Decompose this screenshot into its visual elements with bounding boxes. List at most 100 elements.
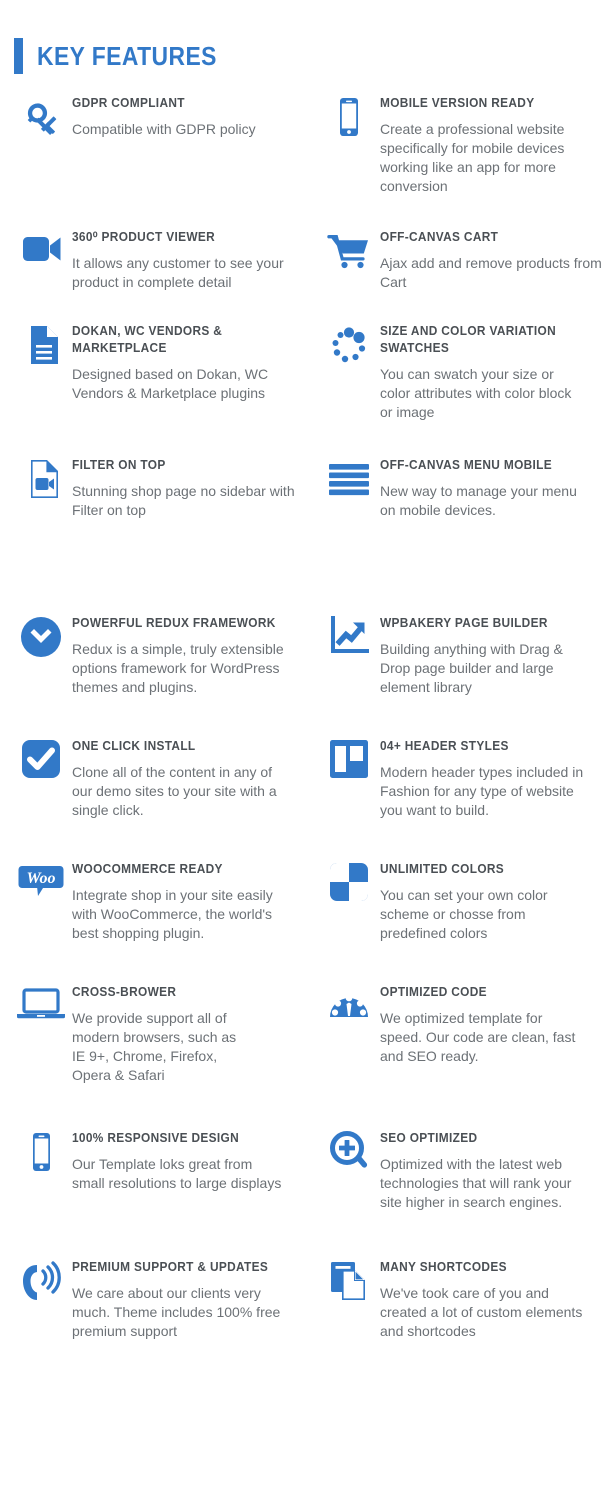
spinner-dots-icon <box>320 320 378 376</box>
feature-title: 100% RESPONSIVE DESIGN <box>72 1131 240 1145</box>
copy-documents-icon <box>320 1256 378 1312</box>
feature-item-cross-brower[interactable]: CROSS-BROWER We provide support all of m… <box>0 981 308 1085</box>
feature-item-unlimited-colors[interactable]: UNLIMITED COLORS You can set your own co… <box>308 858 616 943</box>
feature-text: FILTER ON TOP Stunning shop page no side… <box>70 454 300 520</box>
feature-row: GDPR COMPLIANT Compatible with GDPR poli… <box>0 92 616 196</box>
feature-description: It allows any customer to see your produ… <box>72 255 284 290</box>
layout-columns-icon <box>320 735 378 791</box>
heading-accent-bar <box>14 38 23 74</box>
feature-title: OPTIMIZED CODE <box>380 985 487 999</box>
feature-title: WOOCOMMERCE READY <box>72 862 223 876</box>
feature-row: CROSS-BROWER We provide support all of m… <box>0 981 616 1085</box>
feature-description: Redux is a simple, truly extensible opti… <box>72 641 284 695</box>
feature-title: FILTER ON TOP <box>72 458 166 472</box>
chevron-down-circle-icon <box>12 612 70 668</box>
feature-text: OFF-CANVAS MENU MOBILE New way to manage… <box>378 454 580 520</box>
row-spacer <box>0 820 616 858</box>
row-spacer <box>0 196 616 226</box>
feature-title: OFF-CANVAS MENU MOBILE <box>380 458 553 472</box>
feature-text: OFF-CANVAS CART Ajax add and remove prod… <box>378 226 604 292</box>
feature-item-header-styles[interactable]: 04+ HEADER STYLES Modern header types in… <box>308 735 616 820</box>
feature-title: UNLIMITED COLORS <box>380 862 505 876</box>
feature-title: SEO OPTIMIZED <box>380 1131 478 1145</box>
feature-text: DOKAN, WC VENDORS & MARKETPLACE Designed… <box>70 320 272 403</box>
feature-item-mobile-version-ready[interactable]: MOBILE VERSION READY Create a profession… <box>308 92 616 196</box>
shopping-cart-icon <box>320 226 378 282</box>
feature-text: UNLIMITED COLORS You can set your own co… <box>378 858 580 943</box>
laptop-icon <box>12 981 70 1037</box>
feature-text: GDPR COMPLIANT Compatible with GDPR poli… <box>70 92 256 139</box>
feature-description: Building anything with Drag & Drop page … <box>380 641 563 695</box>
feature-item-off-canvas-menu-mobile[interactable]: OFF-CANVAS MENU MOBILE New way to manage… <box>308 454 616 520</box>
feature-text: SEO OPTIMIZED Optimized with the latest … <box>378 1127 592 1212</box>
key-icon <box>12 92 70 148</box>
feature-description: You can set your own color scheme or cho… <box>380 887 548 941</box>
smartphone-icon <box>12 1127 70 1183</box>
checkerboard-colors-icon <box>320 858 378 914</box>
feature-item-responsive-design[interactable]: 100% RESPONSIVE DESIGN Our Template loks… <box>0 1127 308 1212</box>
feature-row: 360⁰ PRODUCT VIEWER It allows any custom… <box>0 226 616 292</box>
feature-title: 04+ HEADER STYLES <box>380 739 509 753</box>
feature-description: We provide support all of modern browser… <box>72 1010 237 1083</box>
checkmark-square-icon <box>12 735 70 791</box>
feature-text: CROSS-BROWER We provide support all of m… <box>70 981 252 1085</box>
feature-text: 100% RESPONSIVE DESIGN Our Template loks… <box>70 1127 282 1193</box>
feature-text: MANY SHORTCODES We've took care of you a… <box>378 1256 588 1341</box>
feature-title: CROSS-BROWER <box>72 985 177 999</box>
feature-item-size-color-swatches[interactable]: SIZE AND COLOR VARIATION SWATCHES You ca… <box>308 320 616 422</box>
document-lines-icon <box>12 320 70 376</box>
feature-item-one-click-install[interactable]: ONE CLICK INSTALL Clone all of the conte… <box>0 735 308 820</box>
feature-text: ONE CLICK INSTALL Clone all of the conte… <box>70 735 294 820</box>
feature-description: We optimized template for speed. Our cod… <box>380 1010 576 1064</box>
feature-item-seo-optimized[interactable]: SEO OPTIMIZED Optimized with the latest … <box>308 1127 616 1212</box>
feature-item-wpbakery-page-builder[interactable]: WPBAKERY PAGE BUILDER Building anything … <box>308 612 616 697</box>
feature-item-off-canvas-cart[interactable]: OFF-CANVAS CART Ajax add and remove prod… <box>308 226 616 292</box>
feature-description: Optimized with the latest web technologi… <box>380 1156 572 1210</box>
feature-title: MOBILE VERSION READY <box>380 96 535 110</box>
feature-row: ONE CLICK INSTALL Clone all of the conte… <box>0 735 616 820</box>
hamburger-menu-icon <box>320 454 378 510</box>
feature-title: MANY SHORTCODES <box>380 1260 507 1274</box>
features-grid-section-2: POWERFUL REDUX FRAMEWORK Redux is a simp… <box>0 612 616 1341</box>
feature-description: Clone all of the content in any of our d… <box>72 764 277 818</box>
row-spacer <box>0 1212 616 1256</box>
feature-title: SIZE AND COLOR VARIATION SWATCHES <box>380 324 556 355</box>
speedometer-icon <box>320 981 378 1037</box>
feature-item-gdpr-compliant[interactable]: GDPR COMPLIANT Compatible with GDPR poli… <box>0 92 308 196</box>
row-spacer <box>0 697 616 735</box>
feature-row: Woo WOOCOMMERCE READY Integrate shop in … <box>0 858 616 943</box>
feature-item-premium-support[interactable]: PREMIUM SUPPORT & UPDATES We care about … <box>0 1256 308 1341</box>
feature-title: GDPR COMPLIANT <box>72 96 185 110</box>
feature-item-dokan-marketplace[interactable]: DOKAN, WC VENDORS & MARKETPLACE Designed… <box>0 320 308 422</box>
feature-text: SIZE AND COLOR VARIATION SWATCHES You ca… <box>378 320 580 422</box>
feature-item-powerful-redux-framework[interactable]: POWERFUL REDUX FRAMEWORK Redux is a simp… <box>0 612 308 697</box>
row-spacer <box>0 292 616 320</box>
file-video-icon <box>12 454 70 510</box>
magnifier-plus-icon <box>320 1127 378 1183</box>
woocommerce-logo-icon: Woo <box>12 858 70 914</box>
feature-text: WPBAKERY PAGE BUILDER Building anything … <box>378 612 585 697</box>
feature-text: POWERFUL REDUX FRAMEWORK Redux is a simp… <box>70 612 300 697</box>
phone-ringing-icon <box>12 1256 70 1312</box>
feature-text: OPTIMIZED CODE We optimized template for… <box>378 981 580 1066</box>
feature-description: Create a professional website specifical… <box>380 121 565 194</box>
feature-text: MOBILE VERSION READY Create a profession… <box>378 92 604 196</box>
feature-item-woocommerce-ready[interactable]: Woo WOOCOMMERCE READY Integrate shop in … <box>0 858 308 943</box>
feature-item-optimized-code[interactable]: OPTIMIZED CODE We optimized template for… <box>308 981 616 1085</box>
feature-row: 100% RESPONSIVE DESIGN Our Template loks… <box>0 1127 616 1212</box>
feature-item-360-product-viewer[interactable]: 360⁰ PRODUCT VIEWER It allows any custom… <box>0 226 308 292</box>
growth-chart-icon <box>320 612 378 668</box>
feature-title: PREMIUM SUPPORT & UPDATES <box>72 1260 269 1274</box>
row-spacer <box>0 1085 616 1127</box>
feature-item-many-shortcodes[interactable]: MANY SHORTCODES We've took care of you a… <box>308 1256 616 1341</box>
feature-title: OFF-CANVAS CART <box>380 230 499 244</box>
feature-item-filter-on-top[interactable]: FILTER ON TOP Stunning shop page no side… <box>0 454 308 520</box>
video-camera-icon <box>12 226 70 282</box>
feature-title: DOKAN, WC VENDORS & MARKETPLACE <box>72 324 223 355</box>
feature-text: PREMIUM SUPPORT & UPDATES We care about … <box>70 1256 290 1341</box>
row-spacer <box>0 422 616 454</box>
feature-text: 04+ HEADER STYLES Modern header types in… <box>378 735 596 820</box>
feature-title: 360⁰ PRODUCT VIEWER <box>72 230 216 244</box>
feature-description: Integrate shop in your site easily with … <box>72 887 273 941</box>
feature-title: WPBAKERY PAGE BUILDER <box>380 616 548 630</box>
